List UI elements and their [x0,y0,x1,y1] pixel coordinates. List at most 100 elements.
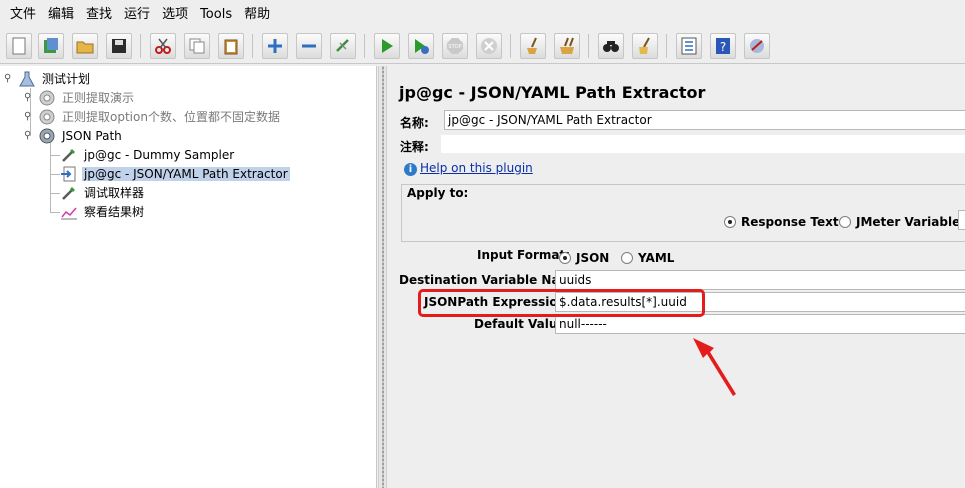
comment-field[interactable] [440,134,965,154]
clear-icon [527,37,537,54]
thread-group-icon [39,90,55,105]
panel-title: jp@gc - JSON/YAML Path Extractor [399,83,706,102]
tree-node-label: 调试取样器 [84,186,145,200]
pane-splitter[interactable] [378,66,387,488]
templates-icon [44,38,58,53]
tree-node-label: jp@gc - Dummy Sampler [84,147,235,162]
radio-label: JSON [576,251,610,265]
function-helper-icon [681,37,697,55]
radio-unselected-icon [621,252,633,264]
tree-node-label: 正则提取option个数、位置都不固定数据 [62,110,280,124]
tree-node-dummy-sampler[interactable]: jp@gc - Dummy Sampler [60,145,236,164]
tree-node-test-plan[interactable]: ⚲ 测试计划 [4,69,92,88]
tree-node-json-extractor[interactable]: jp@gc - JSON/YAML Path Extractor [60,164,290,183]
help-on-plugin-link[interactable]: Help on this plugin [420,161,533,175]
test-plan-icon [19,71,35,86]
copy-icon [189,38,205,54]
start-no-pauses-icon [415,39,429,54]
tree-node-results-tree[interactable]: 察看结果树 [60,202,146,221]
tree-node-label: 察看结果树 [84,205,145,219]
help-icon: ? [716,38,730,54]
menu-help[interactable]: 帮助 [238,0,276,30]
shutdown-button[interactable] [476,33,502,59]
sampler-icon [62,148,75,162]
menu-search[interactable]: 查找 [80,0,118,30]
tree-toggle-icon[interactable]: ⚲ [4,73,18,84]
open-button[interactable] [72,33,98,59]
name-field[interactable]: jp@gc - JSON/YAML Path Extractor [444,110,965,130]
menu-options[interactable]: 选项 [156,0,194,30]
cut-button[interactable] [150,33,176,59]
menu-tools[interactable]: Tools [194,0,238,30]
cut-icon [155,38,171,54]
start-button[interactable] [374,33,400,59]
new-button[interactable] [6,33,32,59]
annotation-arrow-icon [693,338,736,396]
tree-node-debug-sampler[interactable]: 调试取样器 [60,183,146,202]
toolbar: STOP ? [0,30,965,64]
default-value-field[interactable]: null------ [555,314,965,334]
json-radio[interactable]: JSON [559,251,609,265]
clear-all-icon [560,37,574,54]
test-plan-tree: ⚲ 测试计划 ⚲ 正则提取演示 ⚲ 正则提取option个数、位置都不固定数据 … [0,66,377,488]
tree-node-thread-group[interactable]: ⚲ 正则提取option个数、位置都不固定数据 [24,107,282,126]
annotation-highlight-box [418,289,705,317]
save-button[interactable] [106,33,132,59]
svg-text:?: ? [720,40,726,54]
function-helper-button[interactable] [676,33,702,59]
radio-label: Response Text [741,215,839,229]
input-format-label: Input Format: [477,248,571,262]
help-button[interactable]: ? [710,33,736,59]
stop-button[interactable]: STOP [442,33,468,59]
tree-node-thread-group[interactable]: ⚲ 正则提取演示 [24,88,136,107]
expand-button[interactable] [262,33,288,59]
tree-toggle-icon[interactable]: ⚲ [24,111,38,122]
response-text-radio[interactable]: Response Text [724,215,839,229]
remote-button[interactable] [744,33,770,59]
tree-node-thread-group[interactable]: ⚲ JSON Path [24,126,124,145]
shutdown-icon [481,38,497,54]
start-icon [382,39,393,53]
name-label: 名称: [400,116,429,130]
templates-button[interactable] [38,33,64,59]
menu-run[interactable]: 运行 [118,0,156,30]
sampler-icon [62,186,75,200]
save-icon [112,39,126,53]
copy-button[interactable] [184,33,210,59]
menu-edit[interactable]: 编辑 [42,0,80,30]
extractor-icon [61,166,76,181]
comment-label: 注释: [400,140,429,154]
listener-icon [61,207,77,219]
start-no-pauses-button[interactable] [408,33,434,59]
reset-search-icon [639,37,650,54]
jmeter-variable-field[interactable] [958,210,965,230]
radio-label: JMeter Variable: [856,215,965,229]
radio-selected-icon [724,216,736,228]
tree-node-label: 测试计划 [42,72,91,86]
toggle-button[interactable] [330,33,356,59]
menu-file[interactable]: 文件 [4,0,42,30]
jmeter-variable-radio[interactable]: JMeter Variable: [839,215,965,229]
tree-toggle-icon[interactable]: ⚲ [24,92,38,103]
apply-to-group [401,184,965,242]
reset-search-button[interactable] [632,33,658,59]
radio-unselected-icon [839,216,851,228]
jmeter-window: 文件 编辑 查找 运行 选项 Tools 帮助 STOP ? ⚲ 测试计划 ⚲ … [0,0,965,488]
clear-button[interactable] [520,33,546,59]
paste-button[interactable] [218,33,244,59]
tree-toggle-icon[interactable]: ⚲ [24,130,38,141]
open-icon [76,41,94,54]
search-button[interactable] [598,33,624,59]
thread-group-icon [39,128,55,143]
clear-all-button[interactable] [554,33,580,59]
new-icon [12,37,26,55]
menubar: 文件 编辑 查找 运行 选项 Tools 帮助 [0,0,965,30]
yaml-radio[interactable]: YAML [621,251,674,265]
toggle-icon [336,39,349,52]
svg-text:STOP: STOP [448,44,461,50]
stop-icon: STOP [447,38,463,54]
collapse-button[interactable] [296,33,322,59]
extractor-panel: jp@gc - JSON/YAML Path Extractor 名称: jp@… [388,66,965,488]
dest-var-field[interactable]: uuids [555,270,965,290]
search-icon [603,41,619,52]
